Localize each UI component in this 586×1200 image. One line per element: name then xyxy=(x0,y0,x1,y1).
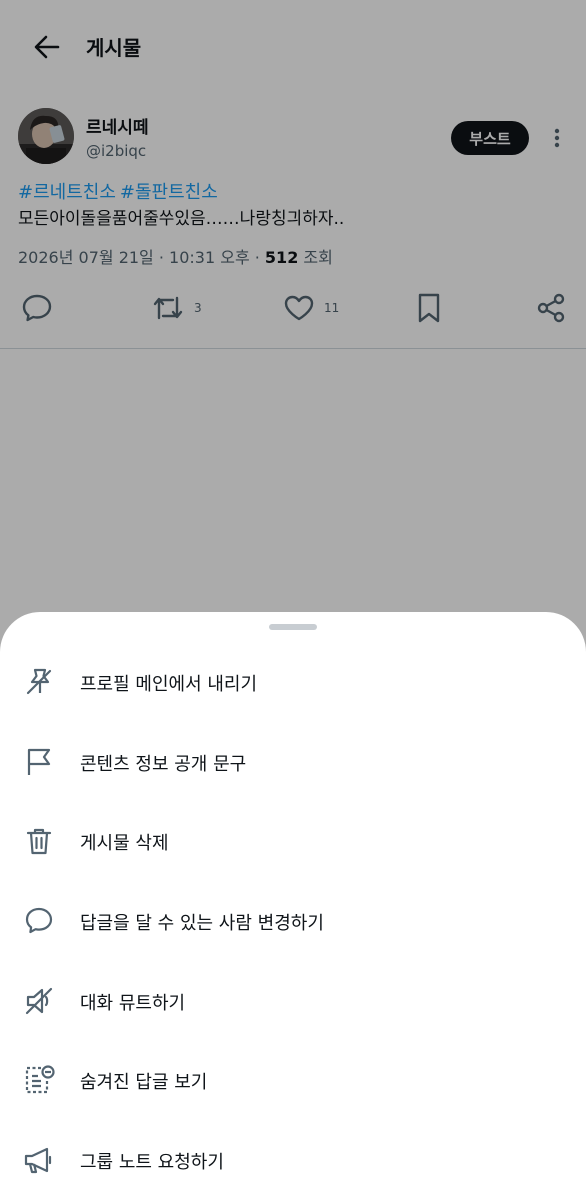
menu-item-label: 콘텐츠 정보 공개 문구 xyxy=(80,754,247,775)
menu-item-delete-post[interactable]: 게시물 삭제 xyxy=(0,811,586,869)
sheet-drag-handle[interactable] xyxy=(269,624,317,630)
menu-item-label: 프로필 메인에서 내리기 xyxy=(80,674,258,695)
hidden-replies-icon xyxy=(22,1063,56,1097)
mute-icon xyxy=(22,984,56,1018)
menu-item-content-disclosure[interactable]: 콘텐츠 정보 공개 문구 xyxy=(0,732,586,790)
flag-icon xyxy=(22,745,56,779)
menu-item-label: 그룹 노트 요청하기 xyxy=(80,1152,224,1173)
menu-item-change-reply-audience[interactable]: 답글을 달 수 있는 사람 변경하기 xyxy=(0,891,586,949)
menu-item-label: 대화 뮤트하기 xyxy=(80,993,186,1014)
menu-item-label: 답글을 달 수 있는 사람 변경하기 xyxy=(80,913,324,934)
reply-bubble-icon xyxy=(22,904,56,938)
trash-icon xyxy=(22,824,56,858)
menu-item-hidden-replies[interactable]: 숨겨진 답글 보기 xyxy=(0,1050,586,1108)
post-detail-page: 게시물 르네시떼 @i2biqc 부스트 #르네트친소 #돌판트친소 모든아이돌을… xyxy=(0,0,586,1200)
menu-item-mute-conversation[interactable]: 대화 뮤트하기 xyxy=(0,971,586,1029)
menu-item-request-community-note[interactable]: 그룹 노트 요청하기 xyxy=(0,1130,586,1188)
unpin-icon xyxy=(22,665,56,699)
post-options-sheet: 프로필 메인에서 내리기 콘텐츠 정보 공개 문구 게시물 삭제 답글을 달 수… xyxy=(0,612,586,1200)
menu-item-label: 게시물 삭제 xyxy=(80,833,169,854)
menu-item-unpin-profile[interactable]: 프로필 메인에서 내리기 xyxy=(0,652,586,710)
megaphone-icon xyxy=(22,1143,56,1177)
menu-item-label: 숨겨진 답글 보기 xyxy=(80,1072,208,1093)
